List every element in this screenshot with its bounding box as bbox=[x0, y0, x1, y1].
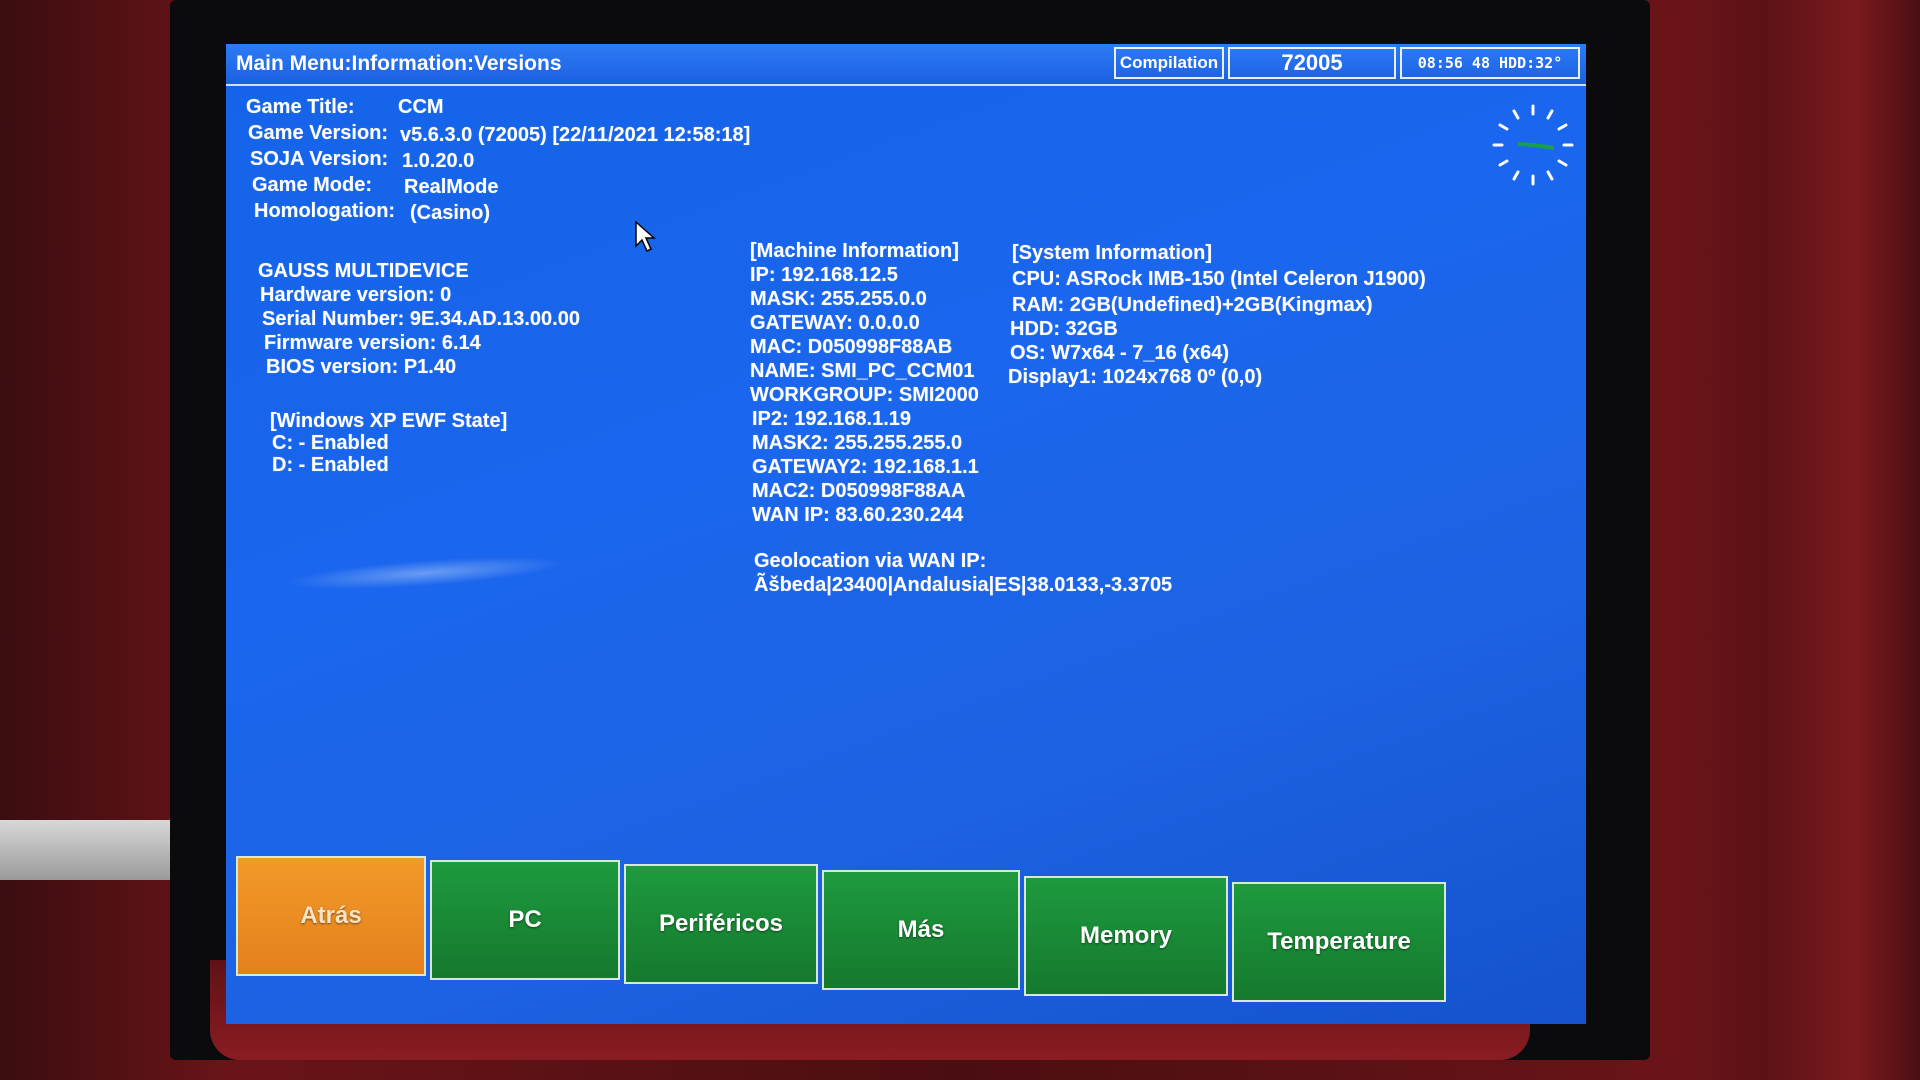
game-version-label: Game Version: bbox=[248, 122, 389, 144]
temperature-button[interactable]: Temperature bbox=[1232, 882, 1446, 1002]
firmware-version: Firmware version: 6.14 bbox=[264, 332, 481, 354]
system-info-line: CPU: ASRock IMB-150 (Intel Celeron J1900… bbox=[1012, 268, 1426, 290]
game-version-value: v5.6.3.0 (72005) [22/11/2021 12:58:18] bbox=[400, 124, 751, 146]
ewf-d-drive: D: - Enabled bbox=[272, 454, 389, 476]
bottom-button-bar: Atrás PC Periféricos Más Memory Temperat… bbox=[226, 856, 1586, 1024]
machine-info-line: WORKGROUP: SMI2000 bbox=[750, 384, 979, 406]
game-mode-label: Game Mode: bbox=[252, 174, 373, 196]
info-screen: Main Menu:Information:Versions Compilati… bbox=[226, 44, 1586, 1024]
system-info-line: HDD: 32GB bbox=[1010, 318, 1118, 340]
ewf-c-drive: C: - Enabled bbox=[272, 432, 389, 454]
machine-info-line: GATEWAY: 0.0.0.0 bbox=[750, 312, 920, 334]
loading-spinner-icon bbox=[1492, 104, 1574, 186]
back-button[interactable]: Atrás bbox=[236, 856, 426, 976]
soja-version-label: SOJA Version: bbox=[250, 148, 389, 170]
machine-info-line: MASK: 255.255.0.0 bbox=[750, 288, 927, 310]
game-mode-value: RealMode bbox=[404, 176, 499, 198]
homologation-label: Homologation: bbox=[254, 200, 396, 222]
machine-info-line: MAC2: D050998F88AA bbox=[752, 480, 966, 502]
memory-button[interactable]: Memory bbox=[1024, 876, 1228, 996]
bios-version: BIOS version: P1.40 bbox=[266, 356, 457, 378]
title-bar: Main Menu:Information:Versions Compilati… bbox=[226, 44, 1586, 86]
device-heading: GAUSS MULTIDEVICE bbox=[258, 260, 469, 282]
serial-number: Serial Number: 9E.34.AD.13.00.00 bbox=[262, 308, 580, 330]
machine-info-line: IP: 192.168.12.5 bbox=[750, 264, 898, 286]
soja-version-value: 1.0.20.0 bbox=[402, 150, 475, 172]
screen-glare bbox=[285, 550, 567, 596]
more-button[interactable]: Más bbox=[822, 870, 1020, 990]
mouse-pointer-icon bbox=[635, 220, 656, 253]
machine-info-line: GATEWAY2: 192.168.1.1 bbox=[752, 456, 979, 478]
game-title-value: CCM bbox=[398, 96, 444, 118]
pc-button[interactable]: PC bbox=[430, 860, 620, 980]
compilation-label: Compilation bbox=[1114, 47, 1224, 79]
cabinet-side-panel bbox=[1760, 0, 1920, 1080]
clock-hdd-status: 08:56 48 HDD:32° bbox=[1400, 47, 1580, 79]
machine-info-line: WAN IP: 83.60.230.244 bbox=[752, 504, 964, 526]
system-info-line: RAM: 2GB(Undefined)+2GB(Kingmax) bbox=[1012, 294, 1373, 316]
hardware-version: Hardware version: 0 bbox=[260, 284, 452, 306]
ewf-heading: [Windows XP EWF State] bbox=[270, 410, 508, 432]
machine-info-line: MASK2: 255.255.255.0 bbox=[752, 432, 963, 454]
system-info-line: Display1: 1024x768 0º (0,0) bbox=[1008, 366, 1263, 388]
geolocation-label: Geolocation via WAN IP: bbox=[754, 550, 987, 572]
homologation-value: (Casino) bbox=[410, 202, 490, 224]
system-info-line: OS: W7x64 - 7_16 (x64) bbox=[1010, 342, 1229, 364]
machine-info-heading: [Machine Information] bbox=[750, 240, 959, 262]
machine-info-line: MAC: D050998F88AB bbox=[750, 336, 953, 358]
machine-info-line: NAME: SMI_PC_CCM01 bbox=[750, 360, 975, 382]
machine-info-line: IP2: 192.168.1.19 bbox=[752, 408, 912, 430]
compilation-number: 72005 bbox=[1228, 47, 1396, 79]
geolocation-value: Ãšbeda|23400|Andalusia|ES|38.0133,-3.370… bbox=[754, 574, 1173, 596]
game-title-label: Game Title: bbox=[246, 96, 355, 118]
peripherals-button[interactable]: Periféricos bbox=[624, 864, 818, 984]
breadcrumb: Main Menu:Information:Versions bbox=[236, 52, 562, 75]
system-info-heading: [System Information] bbox=[1012, 242, 1213, 264]
